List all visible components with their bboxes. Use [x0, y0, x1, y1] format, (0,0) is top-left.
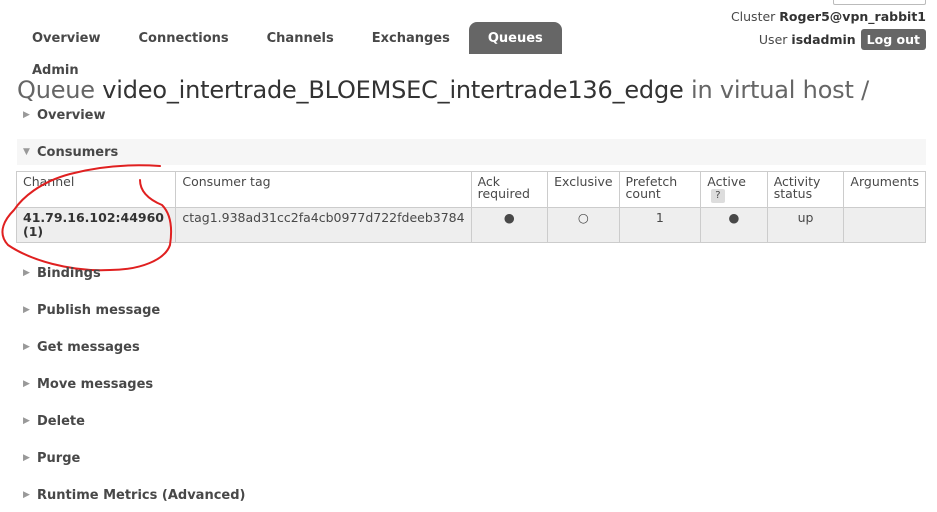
help-icon[interactable]: ?: [711, 189, 725, 203]
channel-number: (1): [23, 224, 44, 239]
consumers-table: Channel Consumer tag Ack required Exclus…: [15, 171, 926, 243]
col-ack-line2: required: [477, 186, 530, 201]
tab-channels[interactable]: Channels: [248, 22, 353, 54]
user-info: User isdadmin Log out: [759, 29, 926, 50]
expand-arrow-icon: ▶: [23, 342, 30, 352]
cluster-label: Cluster: [730, 9, 776, 24]
expand-arrow-icon: ▶: [23, 305, 30, 315]
col-active[interactable]: Active?: [700, 171, 768, 208]
cell-active: ●: [700, 207, 768, 243]
title-suffix: in virtual host /: [691, 76, 870, 104]
table-header-row: Channel Consumer tag Ack required Exclus…: [15, 171, 926, 208]
col-ack-required[interactable]: Ack required: [470, 171, 549, 208]
section-label: Purge: [37, 450, 81, 466]
main-nav: Overview Connections Channels Exchanges …: [13, 22, 562, 54]
expand-arrow-icon: ▶: [23, 490, 30, 500]
user-label: User: [758, 32, 788, 47]
cell-exclusive: ○: [547, 207, 620, 243]
expand-arrow-icon: ▶: [23, 110, 30, 120]
col-channel[interactable]: Channel: [15, 171, 177, 208]
cluster-name: Roger5@vpn_rabbit1: [779, 9, 926, 24]
section-label: Overview: [37, 107, 106, 123]
section-overview[interactable]: ▶ Overview: [17, 102, 926, 128]
col-exclusive[interactable]: Exclusive: [547, 171, 620, 208]
section-delete[interactable]: ▶ Delete: [17, 408, 926, 434]
section-publish-message[interactable]: ▶ Publish message: [17, 297, 926, 323]
cell-arguments: [843, 207, 926, 243]
tab-exchanges[interactable]: Exchanges: [353, 22, 469, 54]
top-edge-box: [833, 0, 926, 5]
expand-arrow-icon: ▶: [23, 416, 30, 426]
channel-link[interactable]: 41.79.16.102:44960: [23, 210, 164, 225]
section-label: Delete: [37, 413, 85, 429]
cluster-info: Cluster Roger5@vpn_rabbit1: [731, 9, 926, 24]
col-active-label: Active: [707, 174, 746, 189]
cell-ack-required: ●: [470, 207, 549, 243]
title-prefix: Queue: [17, 76, 95, 104]
page-title: Queue video_intertrade_BLOEMSEC_intertra…: [17, 76, 869, 104]
section-label: Bindings: [37, 265, 101, 281]
logout-button[interactable]: Log out: [860, 29, 926, 50]
section-move-messages[interactable]: ▶ Move messages: [17, 371, 926, 397]
tab-overview[interactable]: Overview: [13, 22, 120, 54]
col-activity-line2: status: [773, 186, 813, 201]
col-consumer-tag[interactable]: Consumer tag: [175, 171, 472, 208]
tab-queues[interactable]: Queues: [468, 22, 562, 54]
section-label: Runtime Metrics (Advanced): [37, 487, 246, 503]
col-arguments[interactable]: Arguments: [843, 171, 926, 208]
col-activity-status[interactable]: Activity status: [766, 171, 845, 208]
col-prefetch-count[interactable]: Prefetch count: [618, 171, 702, 208]
table-row: 41.79.16.102:44960 (1) ctag1.938ad31cc2f…: [15, 207, 926, 243]
cell-consumer-tag: ctag1.938ad31cc2fa4cb0977d722fdeeb3784: [175, 207, 472, 243]
section-label: Publish message: [37, 302, 161, 318]
collapse-arrow-icon: ▼: [23, 147, 30, 157]
expand-arrow-icon: ▶: [23, 379, 30, 389]
section-consumers[interactable]: ▼ Consumers: [17, 139, 926, 165]
cell-channel[interactable]: 41.79.16.102:44960 (1): [15, 207, 177, 243]
expand-arrow-icon: ▶: [23, 453, 30, 463]
section-label: Move messages: [37, 376, 154, 392]
user-name: isdadmin: [791, 32, 856, 47]
expand-arrow-icon: ▶: [23, 268, 30, 278]
section-label: Get messages: [37, 339, 140, 355]
section-get-messages[interactable]: ▶ Get messages: [17, 334, 926, 360]
tab-connections[interactable]: Connections: [120, 22, 248, 54]
queue-name: video_intertrade_BLOEMSEC_intertrade136_…: [102, 76, 684, 104]
section-bindings[interactable]: ▶ Bindings: [17, 260, 926, 286]
section-purge[interactable]: ▶ Purge: [17, 445, 926, 471]
cell-prefetch-count: 1: [618, 207, 702, 243]
cell-activity-status: up: [766, 207, 845, 243]
section-label: Consumers: [37, 144, 119, 160]
section-runtime-metrics[interactable]: ▶ Runtime Metrics (Advanced): [17, 482, 926, 508]
col-prefetch-line2: count: [625, 186, 661, 201]
